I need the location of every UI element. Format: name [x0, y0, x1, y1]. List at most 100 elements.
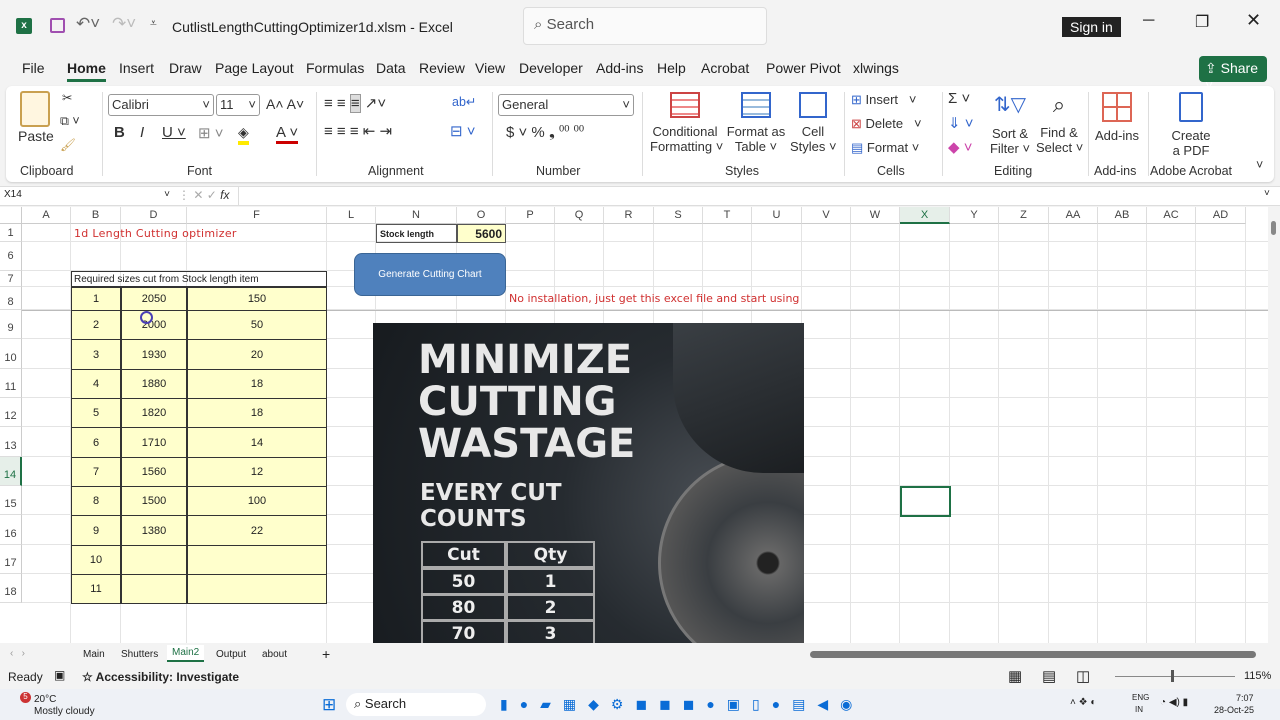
tab-review[interactable]: Review [419, 60, 465, 76]
macro-record-icon[interactable]: ▣ [54, 668, 65, 682]
wrap-text-icon[interactable]: ab↵ [452, 94, 476, 109]
column-header-a[interactable]: A [22, 207, 71, 224]
item-qty[interactable] [187, 545, 327, 575]
sheet-tab-main[interactable]: Main [83, 649, 105, 660]
currency-icon[interactable]: $ ˅ % ❟ ⁰⁰ ⁰⁰ [506, 124, 584, 141]
item-qty[interactable]: 18 [187, 369, 327, 399]
name-box[interactable]: X14 ˅ [4, 189, 174, 200]
item-width[interactable] [121, 545, 187, 575]
tab-help[interactable]: Help [657, 60, 686, 76]
fill-icon[interactable]: ⇓ ˅ [948, 114, 974, 132]
font-color-icon[interactable]: A ˅ [276, 124, 299, 144]
expand-formula-icon[interactable]: ˅ [1264, 188, 1270, 199]
row-header-17[interactable]: 17 [0, 545, 22, 574]
column-header-aa[interactable]: AA [1049, 207, 1098, 224]
add-ins-button[interactable]: Add-ins [1092, 92, 1142, 143]
clear-icon[interactable]: ◆ ˅ [948, 138, 972, 156]
format-cells-button[interactable]: ▤ Format ˅ [851, 140, 919, 156]
item-qty[interactable]: 50 [187, 310, 327, 340]
page-layout-view-icon[interactable]: ▤ [1042, 667, 1056, 685]
column-header-ad[interactable]: AD [1196, 207, 1246, 224]
item-width[interactable]: 2050 [121, 287, 187, 311]
tab-view[interactable]: View [475, 60, 505, 76]
item-width[interactable]: 1930 [121, 339, 187, 370]
formula-input[interactable] [238, 187, 1258, 205]
row-header-11[interactable]: 11 [0, 369, 22, 398]
horizontal-scrollbar[interactable] [782, 648, 1266, 660]
row-header-6[interactable]: 6 [0, 242, 22, 271]
clock-time[interactable]: 7:07 [1236, 693, 1254, 703]
item-qty[interactable]: 12 [187, 457, 327, 487]
item-qty[interactable]: 20 [187, 339, 327, 370]
tab-developer[interactable]: Developer [519, 60, 583, 76]
row-header-7[interactable]: 7 [0, 271, 22, 287]
column-header-x[interactable]: X [900, 207, 950, 224]
row-header-9[interactable]: 9 [0, 310, 22, 339]
select-all-corner[interactable] [0, 207, 22, 224]
sign-in-button[interactable]: Sign in [1062, 17, 1121, 37]
start-icon[interactable]: ⊞ [322, 695, 336, 715]
item-width[interactable]: 1560 [121, 457, 187, 487]
tab-formulas[interactable]: Formulas [306, 60, 364, 76]
insert-cells-button[interactable]: ⊞ Insert ˅ [851, 92, 916, 108]
copy-icon[interactable]: ⧉ ˅ [60, 114, 80, 129]
share-button[interactable]: ⇪ Share ˅ [1199, 56, 1267, 93]
item-width[interactable]: 1820 [121, 398, 187, 428]
format-as-table-button[interactable]: Format as Table ˅ [724, 92, 788, 154]
zoom-slider-thumb[interactable] [1171, 670, 1174, 682]
tab-acrobat[interactable]: Acrobat [701, 60, 749, 76]
item-width[interactable]: 1500 [121, 486, 187, 516]
column-header-l[interactable]: L [327, 207, 376, 224]
item-width[interactable]: 1380 [121, 515, 187, 546]
search-box[interactable]: ⌕ Search [523, 7, 767, 45]
taskbar-search[interactable]: ⌕ Search [346, 693, 486, 716]
grow-font-icon[interactable]: A˄ A˅ [266, 96, 304, 112]
conditional-formatting-button[interactable]: Conditional Formatting ˅ [650, 92, 723, 154]
tab-insert[interactable]: Insert [119, 60, 154, 76]
column-header-y[interactable]: Y [950, 207, 999, 224]
close-button[interactable]: ✕ [1246, 10, 1261, 31]
italic-button[interactable]: I [140, 124, 144, 141]
customize-qat-icon[interactable]: ⩡ [150, 16, 157, 31]
zoom-level[interactable]: 115% [1244, 670, 1271, 682]
minimize-button[interactable]: ─ [1143, 12, 1154, 30]
item-qty[interactable]: 22 [187, 515, 327, 546]
vertical-scrollbar[interactable] [1268, 207, 1280, 643]
network-volume-icons[interactable]: ◔ ◀) ▮ [1160, 697, 1188, 708]
clock-date[interactable]: 28-Oct-25 [1214, 705, 1254, 715]
tab-file[interactable]: File [22, 60, 45, 76]
format-painter-icon[interactable]: 🖌 [60, 138, 76, 153]
column-header-d[interactable]: D [121, 207, 187, 224]
generate-cutting-chart-button[interactable]: Generate Cutting Chart [354, 253, 506, 296]
language-1[interactable]: ENG [1132, 693, 1149, 702]
autosum-icon[interactable]: Σ ˅ [948, 90, 970, 107]
column-header-q[interactable]: Q [555, 207, 604, 224]
number-format-select[interactable]: General ˅ [498, 94, 634, 116]
paste-icon[interactable] [20, 91, 50, 127]
delete-cells-button[interactable]: ⊠ Delete ˅ [851, 116, 922, 132]
column-header-f[interactable]: F [187, 207, 327, 224]
column-header-s[interactable]: S [654, 207, 703, 224]
column-header-b[interactable]: B [71, 207, 121, 224]
column-header-u[interactable]: U [752, 207, 802, 224]
find-select-button[interactable]: ⌕ Find & Select ˅ [1036, 92, 1083, 155]
vertical-scroll-thumb[interactable] [1271, 221, 1276, 235]
tab-page-layout[interactable]: Page Layout [215, 60, 294, 76]
normal-view-icon[interactable]: ▦ [1008, 667, 1022, 685]
weather-desc[interactable]: Mostly cloudy [34, 706, 95, 717]
merge-center-icon[interactable]: ⊟ ˅ [450, 122, 476, 140]
create-pdf-button[interactable]: Create a PDF [1166, 92, 1216, 158]
column-header-v[interactable]: V [802, 207, 851, 224]
taskbar-app-icons[interactable]: ▮●▰▦◆⚙◼◼◼●▣▯●▤◀◉ [500, 696, 864, 713]
row-header-1[interactable]: 1 [0, 224, 22, 242]
align-left-icon[interactable]: ≡ ≡ ≡ ⇤ ⇥ [324, 122, 392, 140]
sheet-tab-about[interactable]: about [262, 649, 287, 660]
sort-filter-button[interactable]: ⇅▽ Sort & Filter ˅ [988, 92, 1032, 156]
cell-styles-button[interactable]: Cell Styles ˅ [790, 92, 837, 154]
prev-sheet-icon[interactable]: ‹ › [10, 648, 25, 659]
sheet-tab-shutters[interactable]: Shutters [121, 649, 158, 660]
column-header-ab[interactable]: AB [1098, 207, 1147, 224]
collapse-ribbon-icon[interactable]: ˅ [1256, 158, 1263, 172]
item-width[interactable] [121, 574, 187, 604]
bold-button[interactable]: B [114, 124, 125, 141]
